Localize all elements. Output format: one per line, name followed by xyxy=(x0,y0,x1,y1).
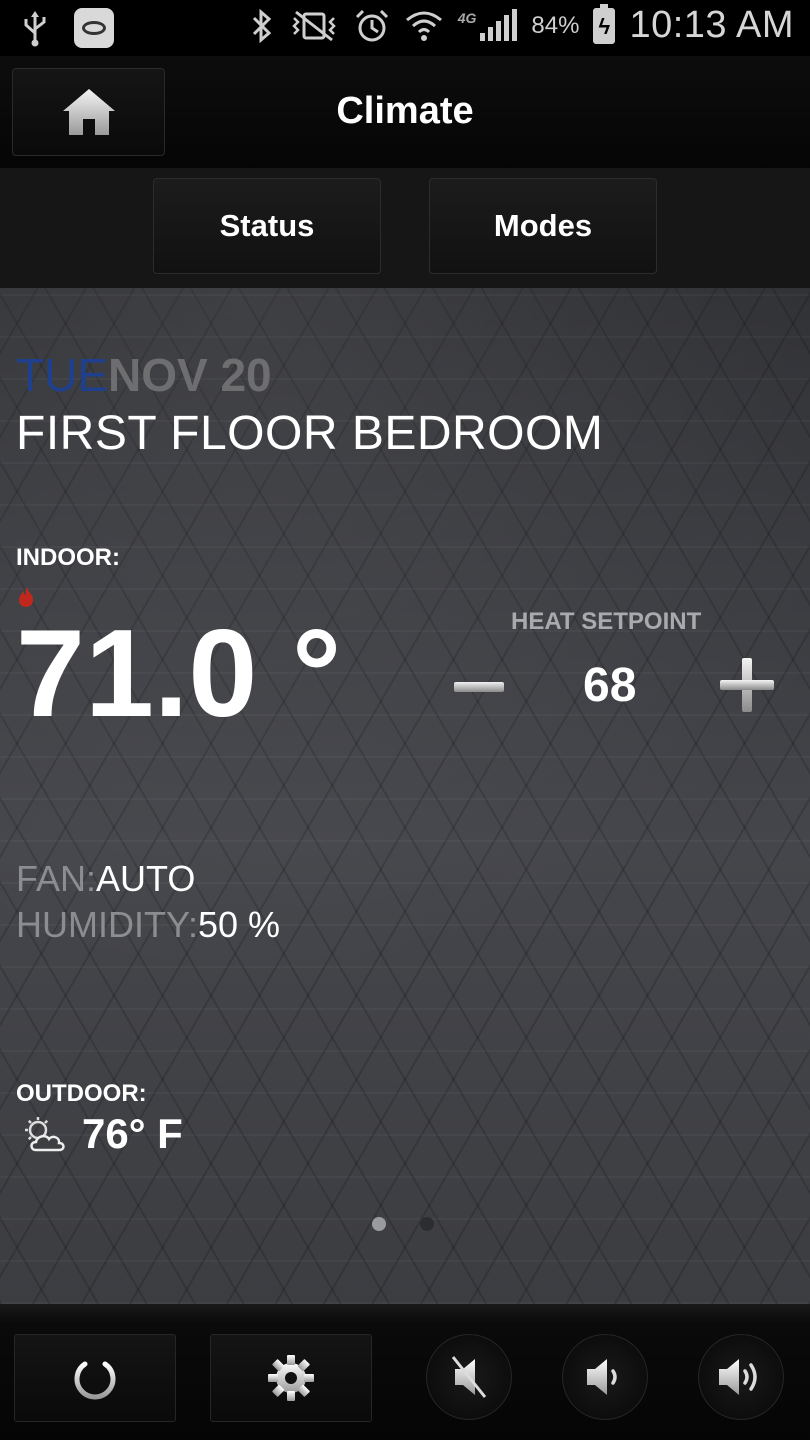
signal-icon xyxy=(480,8,518,41)
power-button[interactable] xyxy=(14,1334,176,1422)
settings-icon xyxy=(268,1355,314,1401)
status-bar: 4G 84% ϟ 10:13 AM xyxy=(0,0,810,56)
alarm-icon xyxy=(355,9,388,41)
outdoor-label: OUTDOOR: xyxy=(16,1080,147,1107)
wifi-icon xyxy=(405,11,442,41)
date-display: TUENOV 20 xyxy=(16,348,272,402)
bluetooth-icon xyxy=(252,8,271,43)
fan-status: FAN:AUTO xyxy=(16,858,195,900)
page-dot-2[interactable] xyxy=(420,1217,434,1231)
volume-down-icon xyxy=(587,1359,617,1395)
climate-panel: TUENOV 20 FIRST FLOOR BEDROOM INDOOR: 71… xyxy=(0,288,810,1304)
outdoor-temperature: 76° F xyxy=(82,1110,183,1157)
settings-button[interactable] xyxy=(210,1334,372,1422)
room-name: FIRST FLOOR BEDROOM xyxy=(16,407,604,460)
humidity-status: HUMIDITY:50 % xyxy=(16,904,280,946)
tab-modes[interactable]: Modes xyxy=(429,178,657,274)
indoor-label: INDOOR: xyxy=(16,544,120,571)
tab-status[interactable]: Status xyxy=(153,178,381,274)
increase-setpoint-button[interactable] xyxy=(718,656,776,714)
power-icon xyxy=(74,1353,116,1400)
page-dot-1[interactable] xyxy=(372,1217,386,1231)
tab-bar: Status Modes xyxy=(0,168,810,288)
page-title: Climate xyxy=(336,90,474,132)
fan-label: FAN: xyxy=(16,858,97,899)
fan-value: AUTO xyxy=(96,858,196,899)
setpoint-value: 68 xyxy=(583,659,637,712)
network-type: 4G xyxy=(457,10,477,26)
humidity-label: HUMIDITY: xyxy=(16,904,199,945)
mute-button[interactable] xyxy=(426,1334,512,1420)
page-indicator xyxy=(372,1217,434,1231)
usb-icon xyxy=(24,11,46,47)
volume-down-button[interactable] xyxy=(562,1334,648,1420)
partly-cloudy-icon xyxy=(25,1117,65,1152)
indoor-temperature: 71.0 ° xyxy=(16,605,342,743)
bottom-toolbar xyxy=(0,1304,810,1440)
clock: 10:13 AM xyxy=(629,4,794,46)
humidity-value: 50 % xyxy=(198,904,281,945)
battery-percent: 84% xyxy=(531,11,580,39)
day-of-week: TUE xyxy=(16,349,108,401)
month-day: NOV 20 xyxy=(108,349,272,401)
vibrate-mute-icon xyxy=(291,10,336,41)
volume-up-icon xyxy=(719,1359,757,1395)
setpoint-label: HEAT SETPOINT xyxy=(511,608,702,635)
decrease-setpoint-button[interactable] xyxy=(452,670,506,704)
app-header: Climate xyxy=(0,56,810,168)
mute-icon xyxy=(451,1356,487,1398)
battery-charging-icon: ϟ xyxy=(593,3,616,44)
app-icon xyxy=(74,8,114,48)
volume-up-button[interactable] xyxy=(698,1334,784,1420)
